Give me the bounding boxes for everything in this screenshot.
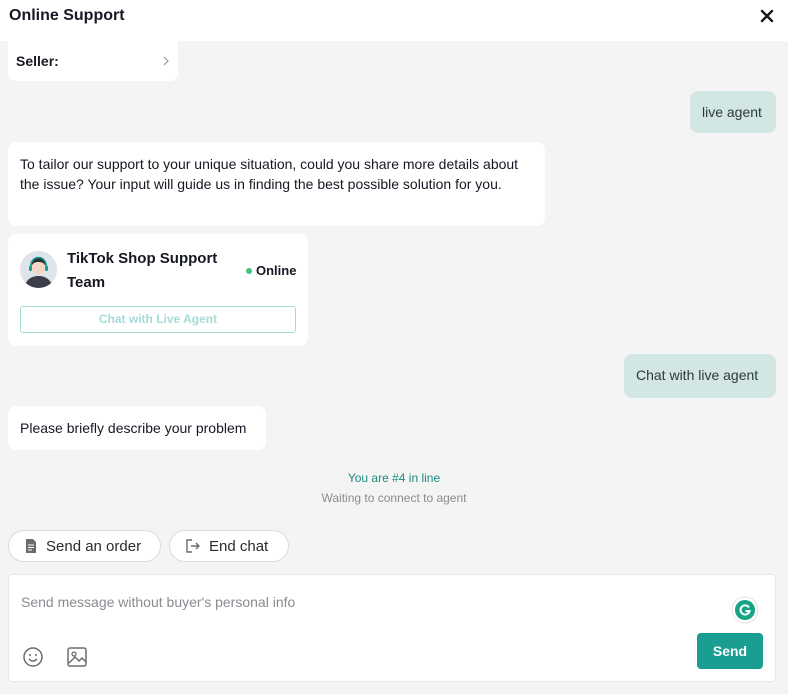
- send-order-button[interactable]: Send an order: [8, 530, 161, 562]
- agent-avatar: [20, 251, 57, 288]
- chevron-right-icon: [163, 56, 169, 66]
- online-status-label: Online: [256, 263, 297, 278]
- send-button[interactable]: Send: [697, 633, 763, 669]
- bot-message: Please briefly describe your problem: [8, 406, 266, 450]
- message-input[interactable]: [21, 587, 721, 617]
- close-button[interactable]: [756, 5, 778, 27]
- online-status: Online: [246, 263, 296, 279]
- image-icon[interactable]: [66, 646, 88, 668]
- bot-message: To tailor our support to your unique sit…: [8, 142, 545, 226]
- online-dot-icon: [246, 268, 252, 274]
- user-message: live agent: [690, 91, 776, 133]
- header: Online Support: [0, 0, 788, 41]
- agent-name: TikTok Shop Support Team: [67, 250, 218, 291]
- send-order-label: Send an order: [46, 537, 142, 555]
- page-title: Online Support: [9, 7, 125, 24]
- agent-card: TikTok Shop Support Team Online Chat wit…: [8, 234, 308, 346]
- seller-card[interactable]: Seller:: [8, 41, 178, 81]
- user-message: Chat with live agent: [624, 354, 776, 398]
- end-chat-label: End chat: [209, 537, 269, 555]
- end-chat-button[interactable]: End chat: [169, 530, 289, 562]
- close-icon: [760, 9, 774, 23]
- chat-with-live-agent-button[interactable]: Chat with Live Agent: [20, 306, 296, 333]
- exit-icon: [186, 539, 200, 553]
- support-agent-icon: [20, 251, 57, 288]
- queue-status: Waiting to connect to agent: [321, 491, 467, 505]
- emoji-icon[interactable]: [22, 646, 44, 668]
- grammarly-icon[interactable]: [731, 596, 759, 624]
- document-icon: [26, 539, 36, 553]
- message-composer: Send: [8, 574, 776, 682]
- queue-position: You are #4 in line: [347, 471, 441, 485]
- seller-label: Seller:: [16, 53, 59, 69]
